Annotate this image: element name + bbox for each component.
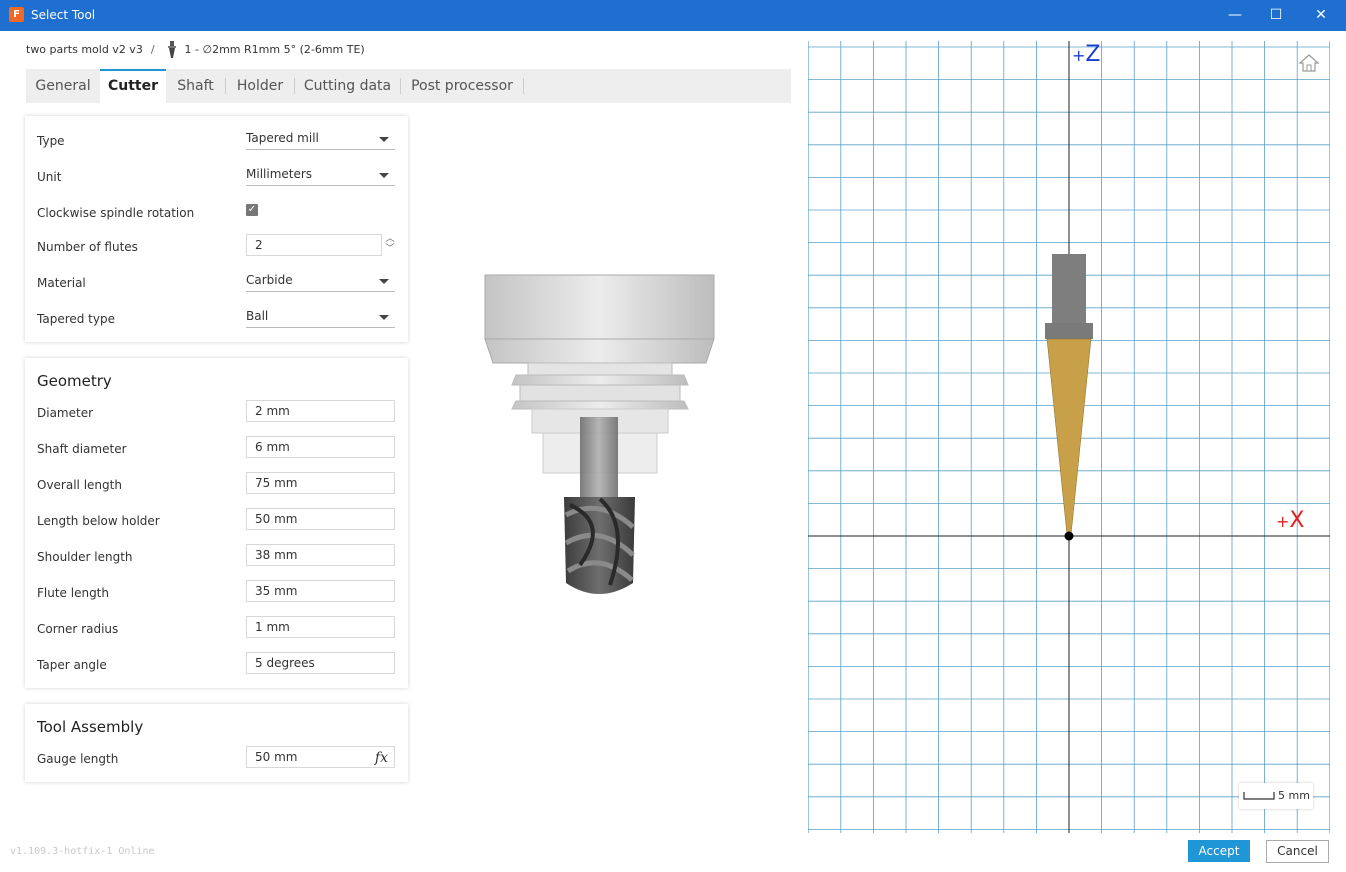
shaft-diameter-input[interactable]: 6 mm — [246, 436, 395, 458]
app-icon: F — [9, 7, 24, 22]
taper-angle-input[interactable]: 5 degrees — [246, 652, 395, 674]
unit-value: Millimeters — [246, 167, 313, 181]
tool-assembly-panel: Tool Assembly Gauge length 50 mm fx — [25, 704, 408, 782]
unit-label: Unit — [37, 170, 62, 184]
tab-shaft[interactable]: Shaft — [166, 69, 225, 103]
z-axis-label: +Z — [1072, 42, 1100, 67]
chevron-down-icon[interactable]: ﹀ — [384, 244, 396, 254]
length-below-holder-label: Length below holder — [37, 514, 160, 528]
tab-post-processor[interactable]: Post processor — [401, 69, 523, 103]
close-button[interactable]: ✕ — [1299, 0, 1343, 31]
corner-radius-label: Corner radius — [37, 622, 119, 636]
scale-label: 5 mm — [1278, 789, 1310, 802]
tool-3d-preview — [484, 274, 715, 594]
chevron-down-icon — [379, 315, 389, 320]
cutter-panel: Type Tapered mill Unit Millimeters Clock… — [25, 116, 408, 342]
tab-general[interactable]: General — [26, 69, 100, 103]
tool-origin-point — [1064, 531, 1074, 541]
version-text: v1.109.3-hotfix-1 Online — [10, 846, 155, 857]
gauge-length-value: 50 mm — [255, 750, 298, 764]
material-label: Material — [37, 276, 86, 290]
tool-shoulder — [1045, 323, 1093, 339]
tab-holder[interactable]: Holder — [226, 69, 294, 103]
x-axis-label: +X — [1276, 508, 1304, 533]
tool-taper — [1046, 338, 1092, 536]
unit-select[interactable]: Millimeters — [246, 164, 395, 186]
tapered-type-label: Tapered type — [37, 312, 115, 326]
shaft-diameter-label: Shaft diameter — [37, 442, 127, 456]
diameter-label: Diameter — [37, 406, 94, 420]
tapered-type-select[interactable]: Ball — [246, 306, 395, 328]
overall-length-input[interactable]: 75 mm — [246, 472, 395, 494]
scale-indicator: 5 mm — [1239, 783, 1313, 809]
corner-radius-input[interactable]: 1 mm — [246, 616, 395, 638]
breadcrumb: two parts mold v2 v3 / 1 - ∅2mm R1mm 5° (2… — [26, 41, 365, 59]
z-letter: Z — [1085, 42, 1101, 67]
tool-thumbnail-icon — [167, 41, 176, 58]
shoulder-length-input[interactable]: 38 mm — [246, 544, 395, 566]
accept-button[interactable]: Accept — [1188, 840, 1250, 862]
clockwise-checkbox[interactable]: ✓ — [246, 204, 258, 216]
flutes-input[interactable]: 2 — [246, 234, 382, 256]
type-select[interactable]: Tapered mill — [246, 128, 395, 150]
material-value: Carbide — [246, 273, 293, 287]
window-title: Select Tool — [31, 8, 96, 22]
formula-icon[interactable]: fx — [375, 748, 388, 768]
maximize-icon: ☐ — [1269, 7, 1283, 23]
diameter-input[interactable]: 2 mm — [246, 400, 395, 422]
tool-2d-view[interactable] — [808, 41, 1330, 833]
home-icon[interactable] — [1298, 53, 1320, 73]
tool-shaft — [1052, 254, 1086, 323]
gauge-length-label: Gauge length — [37, 752, 119, 766]
minimize-button[interactable]: — — [1213, 0, 1257, 31]
chevron-down-icon — [379, 137, 389, 142]
chevron-down-icon — [379, 173, 389, 178]
checkmark-icon: ✓ — [247, 204, 257, 215]
tab-cutter[interactable]: Cutter — [100, 69, 166, 103]
breadcrumb-tool: 1 - ∅2mm R1mm 5° (2-6mm TE) — [184, 43, 365, 56]
type-value: Tapered mill — [246, 131, 319, 145]
taper-angle-label: Taper angle — [37, 658, 107, 672]
flute-length-label: Flute length — [37, 586, 109, 600]
tapered-type-value: Ball — [246, 309, 269, 323]
maximize-button[interactable]: ☐ — [1254, 0, 1298, 31]
cancel-button[interactable]: Cancel — [1266, 840, 1329, 863]
flutes-label: Number of flutes — [37, 240, 138, 254]
material-select[interactable]: Carbide — [246, 270, 395, 292]
geometry-panel: Geometry Diameter 2 mm Shaft diameter 6 … — [25, 358, 408, 688]
tab-divider — [523, 78, 524, 94]
chevron-down-icon — [379, 279, 389, 284]
flutes-stepper[interactable]: ︿ ﹀ — [384, 234, 396, 258]
scale-bar-icon — [1243, 792, 1275, 800]
type-label: Type — [37, 134, 65, 148]
breadcrumb-separator: / — [150, 43, 155, 56]
geometry-title: Geometry — [37, 372, 112, 390]
flute-length-input[interactable]: 35 mm — [246, 580, 395, 602]
x-plus-sign: + — [1276, 512, 1290, 531]
title-bar: F Select Tool — ☐ ✕ — [0, 0, 1346, 31]
z-plus-sign: + — [1072, 46, 1086, 65]
tool-assembly-title: Tool Assembly — [37, 718, 144, 736]
close-icon: ✕ — [1315, 7, 1327, 23]
gauge-length-input[interactable]: 50 mm fx — [246, 746, 395, 768]
chevron-up-icon[interactable]: ︿ — [384, 234, 396, 244]
minimize-icon: — — [1228, 7, 1242, 23]
x-letter: X — [1289, 508, 1305, 533]
tab-bar: General Cutter Shaft Holder Cutting data… — [26, 69, 791, 103]
overall-length-label: Overall length — [37, 478, 122, 492]
clockwise-label: Clockwise spindle rotation — [37, 206, 195, 220]
length-below-holder-input[interactable]: 50 mm — [246, 508, 395, 530]
tab-cutting-data[interactable]: Cutting data — [295, 69, 400, 103]
shoulder-length-label: Shoulder length — [37, 550, 133, 564]
breadcrumb-project[interactable]: two parts mold v2 v3 — [26, 43, 143, 56]
